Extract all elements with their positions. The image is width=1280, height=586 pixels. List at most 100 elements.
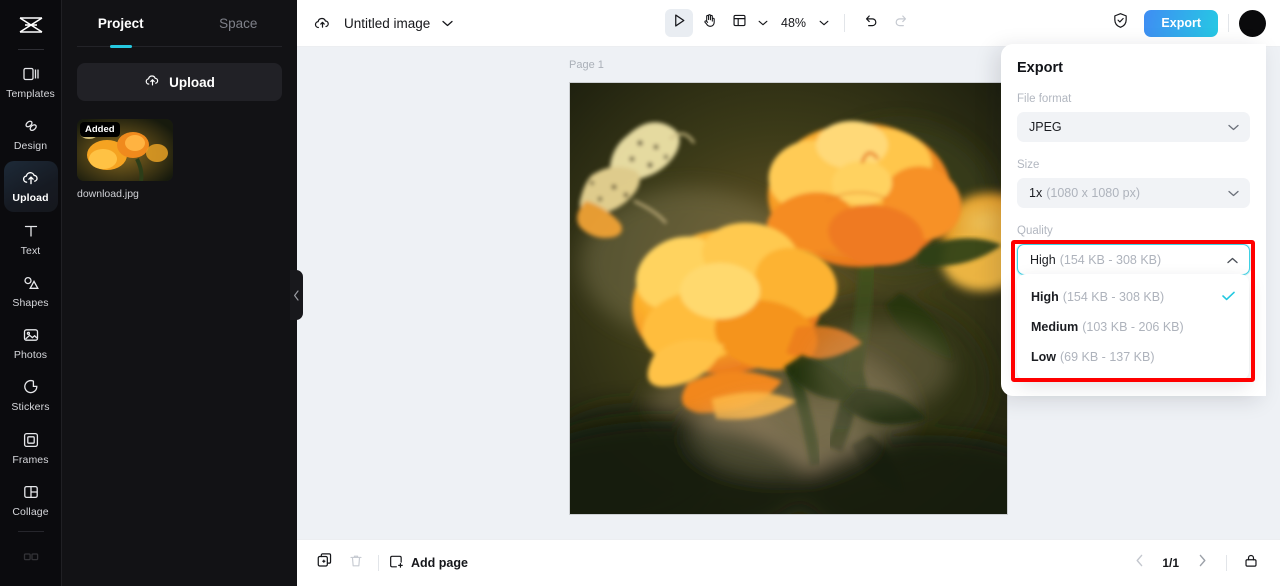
next-page-button[interactable]	[1189, 550, 1215, 576]
capcut-editor-window: Templates Design Upload Text Shapes Phot…	[0, 0, 1280, 586]
tab-space-label: Space	[219, 15, 258, 31]
asset-filename: download.jpg	[77, 188, 139, 200]
page-label: Page 1	[569, 59, 604, 71]
tab-project[interactable]: Project	[62, 0, 180, 46]
document-title[interactable]: Untitled image	[344, 16, 430, 31]
frames-icon	[21, 430, 41, 450]
sidebar-item-collage[interactable]: Collage	[4, 474, 58, 525]
collage-icon	[21, 482, 41, 502]
layout-chevron-down-icon[interactable]	[755, 12, 771, 34]
hand-tool-button[interactable]	[695, 9, 723, 37]
toolbar-divider	[844, 14, 846, 32]
sidebar-item-frames[interactable]: Frames	[4, 422, 58, 473]
quality-option-sub: (69 KB - 137 KB)	[1060, 350, 1155, 364]
asset-thumbnail[interactable]: Added	[77, 119, 173, 181]
tab-space[interactable]: Space	[180, 0, 298, 46]
page-navigation: 1/1	[1126, 550, 1264, 576]
undo-button[interactable]	[857, 9, 885, 37]
sidebar-item-more[interactable]	[4, 534, 58, 585]
topbar-right-actions: Export	[1106, 9, 1266, 37]
size-label: Size	[1017, 159, 1040, 171]
quality-option-high[interactable]: High (154 KB - 308 KB)	[1017, 282, 1249, 312]
rail-divider-top	[17, 49, 44, 51]
shield-check-button[interactable]	[1106, 9, 1134, 37]
size-value-main: 1x	[1029, 186, 1043, 200]
sidebar-item-photos[interactable]: Photos	[4, 318, 58, 369]
sidebar-item-upload[interactable]: Upload	[3, 160, 58, 212]
page-indicator: 1/1	[1162, 556, 1179, 570]
bottom-toolbar: Add page 1/1	[297, 539, 1280, 586]
select-tool-button[interactable]	[665, 9, 693, 37]
chevron-down-icon	[1228, 120, 1239, 134]
lock-button[interactable]	[1238, 550, 1264, 576]
sidebar-item-stickers[interactable]: Stickers	[4, 370, 58, 421]
quality-value-sub: (154 KB - 308 KB)	[1059, 252, 1162, 267]
upload-button[interactable]: Upload	[77, 63, 282, 101]
cloud-save-icon[interactable]	[313, 14, 332, 33]
top-toolbar: Untitled image 48% Export	[297, 0, 1280, 47]
prev-page-button[interactable]	[1126, 550, 1152, 576]
size-value-sub: (1080 x 1080 px)	[1046, 186, 1141, 200]
zoom-chevron-down-icon[interactable]	[816, 12, 832, 34]
sidebar-item-text[interactable]: Text	[4, 213, 58, 264]
redo-button[interactable]	[887, 9, 915, 37]
redo-icon	[893, 13, 909, 34]
quality-option-low[interactable]: Low (69 KB - 137 KB)	[1017, 342, 1249, 372]
chevron-right-icon	[1198, 554, 1207, 572]
sidebar-item-label: Templates	[6, 87, 55, 100]
add-page-label: Add page	[411, 556, 468, 570]
sidebar-item-label: Upload	[12, 192, 49, 205]
sidebar-item-design[interactable]: Design	[4, 108, 58, 159]
chevron-down-icon	[1228, 186, 1239, 200]
quality-select[interactable]: High (154 KB - 308 KB)	[1017, 244, 1250, 275]
left-icon-rail: Templates Design Upload Text Shapes Phot…	[0, 0, 62, 586]
sidebar-item-shapes[interactable]: Shapes	[4, 265, 58, 316]
layout-tool-button[interactable]	[725, 9, 753, 37]
quality-option-main: High	[1031, 290, 1059, 304]
stickers-icon	[21, 377, 41, 397]
shapes-icon	[21, 273, 41, 293]
quality-option-sub: (154 KB - 308 KB)	[1062, 290, 1165, 304]
user-avatar[interactable]	[1239, 9, 1266, 37]
zoom-level-value[interactable]: 48%	[781, 16, 806, 30]
topbar-divider	[1228, 14, 1229, 32]
upload-cloud-icon	[144, 72, 161, 92]
upload-button-label: Upload	[169, 74, 215, 90]
capcut-logo-icon[interactable]	[11, 8, 51, 44]
add-page-button[interactable]: Add page	[388, 554, 468, 573]
sidebar-item-label: Shapes	[12, 296, 49, 309]
quality-label: Quality	[1017, 225, 1053, 237]
file-format-value: JPEG	[1029, 120, 1062, 134]
sidebar-item-label: Design	[13, 139, 48, 152]
duplicate-page-button[interactable]	[311, 550, 337, 576]
photos-icon	[21, 325, 41, 345]
quality-option-medium[interactable]: Medium (103 KB - 206 KB)	[1017, 312, 1249, 342]
sidebar-item-templates[interactable]: Templates	[4, 56, 58, 107]
export-panel-title: Export	[1017, 60, 1063, 76]
add-page-icon	[388, 554, 404, 573]
duplicate-page-icon	[316, 552, 333, 574]
sidebar-item-label: Collage	[12, 506, 49, 519]
design-icon	[21, 116, 41, 136]
hand-icon	[702, 13, 717, 33]
trash-icon	[348, 553, 364, 574]
quality-option-main: Medium	[1031, 320, 1079, 334]
quality-option-sub: (103 KB - 206 KB)	[1082, 320, 1184, 334]
panel-tab-bar: Project Space	[62, 0, 297, 46]
size-select[interactable]: 1x (1080 x 1080 px)	[1017, 178, 1250, 208]
export-button[interactable]: Export	[1144, 9, 1218, 37]
delete-page-button[interactable]	[343, 550, 369, 576]
asset-list: Added download.jpg	[77, 119, 173, 200]
chevron-left-icon	[1135, 554, 1144, 572]
sidebar-item-label: Text	[20, 244, 41, 257]
chevron-up-icon	[1227, 253, 1238, 267]
bottom-divider	[378, 555, 379, 571]
panel-collapse-handle[interactable]	[290, 270, 303, 320]
artboard[interactable]	[570, 83, 1007, 514]
upload-cloud-icon	[21, 168, 41, 188]
more-icon	[21, 549, 41, 569]
file-format-select[interactable]: JPEG	[1017, 112, 1250, 142]
artboard-image	[570, 83, 1007, 514]
cursor-arrow-icon	[672, 13, 687, 33]
chevron-down-icon[interactable]	[442, 20, 453, 27]
